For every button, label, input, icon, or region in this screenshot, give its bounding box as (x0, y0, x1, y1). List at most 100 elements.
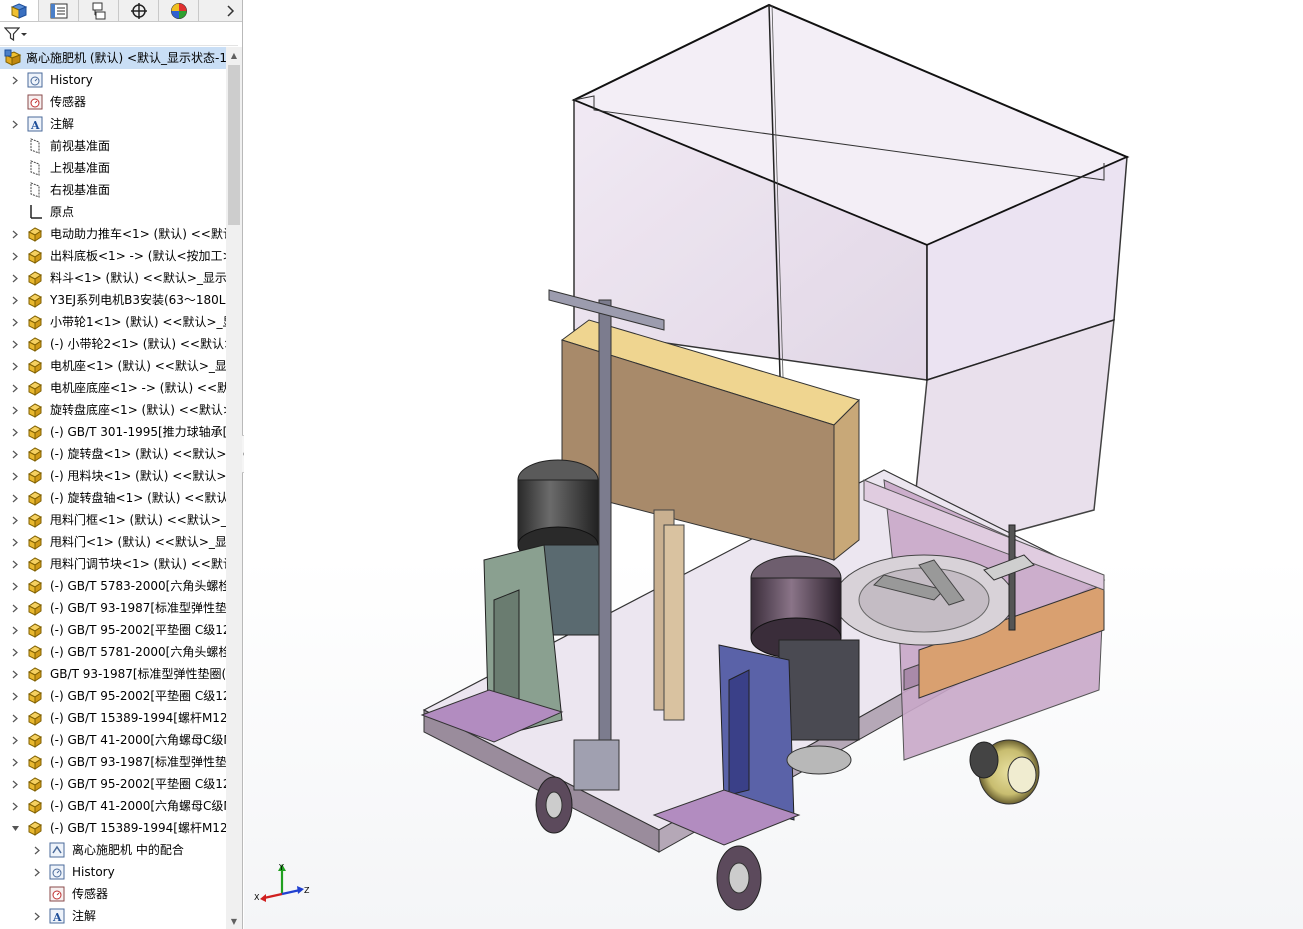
history-icon (48, 863, 66, 881)
tree-item[interactable]: A 注解 (0, 905, 226, 927)
scroll-thumb[interactable] (228, 65, 240, 225)
expand-toggle[interactable] (32, 861, 42, 883)
tree-item[interactable]: (-) GB/T 15389-1994[螺杆M12 (0, 817, 226, 839)
expand-toggle[interactable] (10, 773, 20, 795)
tree-item[interactable]: 原点 (0, 201, 226, 223)
expand-toggle[interactable] (10, 597, 20, 619)
expand-toggle[interactable] (10, 421, 20, 443)
tree-item[interactable]: 甩料门框<1> (默认) <<默认>_显 (0, 509, 226, 531)
expand-toggle[interactable] (10, 223, 20, 245)
expand-toggle[interactable] (10, 69, 20, 91)
tree-item[interactable]: (-) GB/T 41-2000[六角螺母C级M (0, 729, 226, 751)
expand-toggle[interactable] (10, 685, 20, 707)
tree-item[interactable]: 传感器 (0, 883, 226, 905)
expand-toggle[interactable] (10, 553, 20, 575)
expand-toggle[interactable] (10, 245, 20, 267)
chevron-right-icon (34, 912, 40, 920)
part-icon (26, 797, 44, 815)
tree-item[interactable]: 右视基准面 (0, 179, 226, 201)
tree-item[interactable]: (-) 旋转盘轴<1> (默认) <<默认 (0, 487, 226, 509)
expand-toggle[interactable] (10, 465, 20, 487)
expand-toggle[interactable] (10, 619, 20, 641)
tree-item[interactable]: 前视基准面 (0, 135, 226, 157)
tree-item[interactable]: 电机座底座<1> -> (默认) <<默 (0, 377, 226, 399)
tree-item[interactable]: (-) GB/T 301-1995[推力球轴承[ (0, 421, 226, 443)
tree-item[interactable]: 离心施肥机 中的配合 (0, 839, 226, 861)
graphics-area[interactable] (244, 0, 1303, 929)
expand-toggle[interactable] (10, 707, 20, 729)
expand-toggle[interactable] (10, 487, 20, 509)
expand-toggle[interactable] (10, 377, 20, 399)
featuremanager-icon (10, 2, 28, 19)
tree-item[interactable]: (-) 旋转盘<1> (默认) <<默认>_ (0, 443, 226, 465)
expand-toggle[interactable] (10, 443, 20, 465)
expand-toggle[interactable] (10, 267, 20, 289)
tree-item[interactable]: (-) GB/T 5781-2000[六角头螺栓 (0, 641, 226, 663)
expand-toggle[interactable] (10, 751, 20, 773)
tree-item-label: History (50, 73, 93, 87)
tree-item[interactable]: (-) GB/T 41-2000[六角螺母C级M (0, 795, 226, 817)
sensor-icon (26, 93, 44, 111)
tree-item[interactable]: 甩料门<1> (默认) <<默认>_显示 (0, 531, 226, 553)
part-icon (26, 401, 44, 419)
tree-item[interactable]: (-) GB/T 5783-2000[六角头螺栓 (0, 575, 226, 597)
expand-toggle[interactable] (10, 531, 20, 553)
tree-item[interactable]: 出料底板<1> -> (默认<按加工> (0, 245, 226, 267)
expand-toggle[interactable] (10, 113, 20, 135)
expand-toggle[interactable] (10, 641, 20, 663)
tree-item[interactable]: (-) GB/T 93-1987[标准型弹性垫 (0, 597, 226, 619)
scroll-down-button[interactable]: ▼ (226, 913, 242, 929)
expand-toggle[interactable] (10, 311, 20, 333)
tree-item[interactable]: 电动助力推车<1> (默认) <<默认 (0, 223, 226, 245)
tree-item[interactable]: A 注解 (0, 113, 226, 135)
tree-item[interactable]: (-) GB/T 15389-1994[螺杆M12 (0, 707, 226, 729)
tree-scrollbar[interactable]: ▲ ▼ (226, 47, 242, 929)
tree-item[interactable]: (-) GB/T 95-2002[平垫圈 C级12 (0, 773, 226, 795)
tabs-more-button[interactable] (218, 0, 242, 21)
tree-item[interactable]: 离心施肥机 (默认) <默认_显示状态-1 (0, 47, 226, 69)
propertymanager-tab[interactable] (40, 0, 79, 21)
expand-toggle[interactable] (10, 333, 20, 355)
expand-toggle[interactable] (32, 905, 42, 927)
display-manager-tab[interactable] (160, 0, 199, 21)
scroll-up-button[interactable]: ▲ (226, 47, 242, 63)
expand-toggle[interactable] (10, 399, 20, 421)
tree-item-label: 甩料门调节块<1> (默认) <<默认 (50, 557, 226, 571)
featuremanager-tab[interactable] (0, 0, 39, 21)
part-icon (26, 599, 44, 617)
tree-item[interactable]: (-) GB/T 95-2002[平垫圈 C级12 (0, 685, 226, 707)
tree-item[interactable]: (-) 小带轮2<1> (默认) <<默认> (0, 333, 226, 355)
tree-item[interactable]: (-) GB/T 95-2002[平垫圈 C级12 (0, 619, 226, 641)
expand-toggle[interactable] (32, 839, 42, 861)
expand-toggle[interactable] (10, 355, 20, 377)
tree-item[interactable]: 上视基准面 (0, 157, 226, 179)
part-icon (26, 709, 44, 727)
collapse-toggle[interactable] (10, 817, 20, 839)
expand-toggle[interactable] (10, 729, 20, 751)
configurationmanager-tab[interactable] (80, 0, 119, 21)
expand-toggle[interactable] (10, 575, 20, 597)
tree-item[interactable]: History (0, 69, 226, 91)
tree-item[interactable]: 旋转盘底座<1> (默认) <<默认> (0, 399, 226, 421)
tree-item[interactable]: History (0, 861, 226, 883)
tree-item[interactable]: 小带轮1<1> (默认) <<默认>_显 (0, 311, 226, 333)
tree-item[interactable]: 传感器 (0, 91, 226, 113)
chevron-down-icon (21, 33, 27, 36)
chevron-right-icon (12, 604, 18, 612)
expand-toggle[interactable] (10, 663, 20, 685)
chevron-right-icon (12, 362, 18, 370)
tree-item[interactable]: 甩料门调节块<1> (默认) <<默认 (0, 553, 226, 575)
tree-item[interactable]: (-) GB/T 93-1987[标准型弹性垫 (0, 751, 226, 773)
dimxpert-tab[interactable] (120, 0, 159, 21)
chevron-right-icon (12, 230, 18, 238)
assembly-model-view[interactable] (244, 0, 1303, 929)
expand-toggle[interactable] (10, 509, 20, 531)
tree-item[interactable]: (-) 甩料块<1> (默认) <<默认>_ (0, 465, 226, 487)
tree-item[interactable]: Y3EJ系列电机B3安装(63～180L) (0, 289, 226, 311)
tree-item[interactable]: 电机座<1> (默认) <<默认>_显示 (0, 355, 226, 377)
tree-item[interactable]: GB/T 93-1987[标准型弹性垫圈( (0, 663, 226, 685)
filter-button[interactable] (4, 25, 34, 43)
expand-toggle[interactable] (10, 289, 20, 311)
tree-item[interactable]: 料斗<1> (默认) <<默认>_显示状 (0, 267, 226, 289)
expand-toggle[interactable] (10, 795, 20, 817)
